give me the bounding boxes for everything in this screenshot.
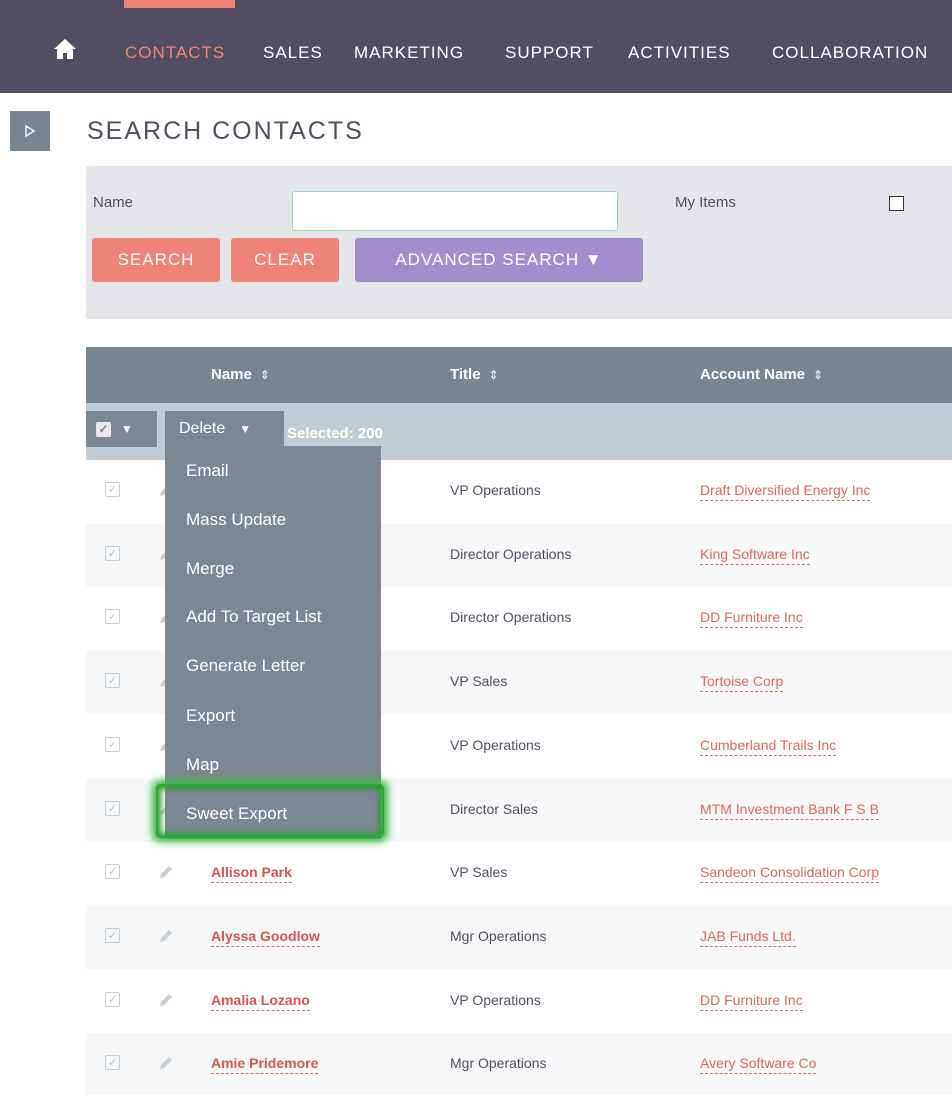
contact-title: Director Operations <box>450 609 572 625</box>
delete-label: Delete <box>179 420 226 437</box>
contact-title: VP Sales <box>450 864 508 880</box>
account-name-link[interactable]: Tortoise Corp <box>700 673 784 692</box>
caret-down-icon: ▼ <box>121 422 133 436</box>
nav-collaboration[interactable]: COLLABORATION <box>772 43 928 63</box>
advanced-search-button[interactable]: ADVANCED SEARCH ▼ <box>355 238 643 282</box>
bulk-action-menu: Email Mass Update Merge Add To Target Li… <box>165 446 381 839</box>
row-checkbox[interactable]: ✓ <box>105 928 120 943</box>
table-row: ✓ Allison Park VP Sales Sandeon Consolidati… <box>86 842 952 905</box>
active-tab-indicator <box>124 0 235 8</box>
account-name-link[interactable]: MTM Investment Bank F S B <box>700 801 879 820</box>
column-name-header[interactable]: Name ⇕ <box>211 366 270 383</box>
row-checkbox[interactable]: ✓ <box>105 673 120 688</box>
account-name-link[interactable]: King Software Inc <box>700 546 810 565</box>
clear-button[interactable]: CLEAR <box>231 238 339 282</box>
menu-item-generate-letter[interactable]: Generate Letter <box>186 656 305 676</box>
nav-contacts[interactable]: CONTACTS <box>125 43 225 63</box>
menu-item-add-to-target-list[interactable]: Add To Target List <box>186 607 321 627</box>
contact-name-link[interactable]: Amie Pridemore <box>211 1055 319 1074</box>
account-name-link[interactable]: Avery Software Co <box>700 1055 817 1074</box>
table-header: Name ⇕ Title ⇕ Account Name ⇕ <box>86 347 952 403</box>
row-checkbox[interactable]: ✓ <box>105 609 120 624</box>
menu-item-mass-update[interactable]: Mass Update <box>186 510 286 530</box>
menu-item-email[interactable]: Email <box>186 461 229 481</box>
account-name-link[interactable]: JAB Funds Ltd. <box>700 928 796 947</box>
sort-icon[interactable]: ⇕ <box>489 368 499 382</box>
my-items-checkbox[interactable] <box>889 196 904 211</box>
table-row: ✓ Amie Pridemore Mgr Operations Avery Softw… <box>86 1033 952 1095</box>
home-icon[interactable] <box>52 36 78 62</box>
table-row: ✓ Amalia Lozano VP Operations DD Furniture … <box>86 970 952 1033</box>
contact-title: Mgr Operations <box>450 928 547 944</box>
row-checkbox[interactable]: ✓ <box>105 737 120 752</box>
contact-title: Director Operations <box>450 546 572 562</box>
pencil-icon[interactable] <box>156 862 176 882</box>
row-checkbox[interactable]: ✓ <box>105 546 120 561</box>
top-navigation: CONTACTS SALES MARKETING SUPPORT ACTIVIT… <box>0 0 952 93</box>
search-panel: Name My Items SEARCH CLEAR ADVANCED SEAR… <box>86 166 952 319</box>
row-checkbox[interactable]: ✓ <box>105 1055 120 1070</box>
account-name-link[interactable]: DD Furniture Inc <box>700 992 803 1011</box>
contact-name-link[interactable]: Amalia Lozano <box>211 992 310 1011</box>
sort-icon[interactable]: ⇕ <box>260 368 270 382</box>
contact-title: Director Sales <box>450 801 538 817</box>
account-name-link[interactable]: Sandeon Consolidation Corp <box>700 864 880 883</box>
bulk-action-dropdown[interactable]: Delete ▼ <box>165 411 284 447</box>
column-title-label: Title <box>450 366 481 383</box>
contact-name-link[interactable]: Alyssa Goodlow <box>211 928 320 947</box>
contact-name-link[interactable]: Allison Park <box>211 864 292 883</box>
menu-item-merge[interactable]: Merge <box>186 559 234 579</box>
column-title-header[interactable]: Title ⇕ <box>450 366 499 383</box>
contact-title: VP Operations <box>450 992 541 1008</box>
row-checkbox[interactable]: ✓ <box>105 482 120 497</box>
my-items-label: My Items <box>675 194 736 211</box>
caret-down-icon: ▼ <box>239 422 252 436</box>
nav-sales[interactable]: SALES <box>263 43 323 63</box>
table-row: ✓ Alyssa Goodlow Mgr Operations JAB Funds L… <box>86 906 952 969</box>
column-account-label: Account Name <box>700 366 806 383</box>
contact-title: Mgr Operations <box>450 1055 547 1071</box>
name-label: Name <box>93 194 134 211</box>
menu-item-map[interactable]: Map <box>186 755 219 775</box>
sidebar-toggle-button[interactable] <box>10 111 50 151</box>
select-all-dropdown[interactable]: ✓ ▼ <box>86 411 157 447</box>
sort-icon[interactable]: ⇕ <box>813 368 823 382</box>
play-arrow-icon <box>25 125 36 137</box>
pencil-icon[interactable] <box>156 1053 176 1073</box>
name-search-input[interactable] <box>292 191 618 231</box>
nav-marketing[interactable]: MARKETING <box>354 43 464 63</box>
row-checkbox[interactable]: ✓ <box>105 864 120 879</box>
nav-support[interactable]: SUPPORT <box>505 43 594 63</box>
selected-count: Selected: 200 <box>287 425 383 442</box>
search-button[interactable]: SEARCH <box>92 238 220 282</box>
contact-title: VP Operations <box>450 737 541 753</box>
pencil-icon[interactable] <box>156 990 176 1010</box>
page-title: SEARCH CONTACTS <box>87 117 364 145</box>
menu-item-export[interactable]: Export <box>186 706 235 726</box>
account-name-link[interactable]: Cumberland Trails Inc <box>700 737 837 756</box>
nav-activities[interactable]: ACTIVITIES <box>628 43 731 63</box>
column-account-header[interactable]: Account Name ⇕ <box>700 366 823 383</box>
pencil-icon[interactable] <box>156 926 176 946</box>
column-name-label: Name <box>211 366 252 383</box>
account-name-link[interactable]: Draft Diversified Energy Inc <box>700 482 871 501</box>
contact-title: VP Sales <box>450 673 508 689</box>
row-checkbox[interactable]: ✓ <box>105 801 120 816</box>
account-name-link[interactable]: DD Furniture Inc <box>700 609 803 628</box>
contact-title: VP Operations <box>450 482 541 498</box>
sweet-export-highlight <box>156 784 384 838</box>
checked-checkbox-icon: ✓ <box>96 421 111 437</box>
row-checkbox[interactable]: ✓ <box>105 992 120 1007</box>
